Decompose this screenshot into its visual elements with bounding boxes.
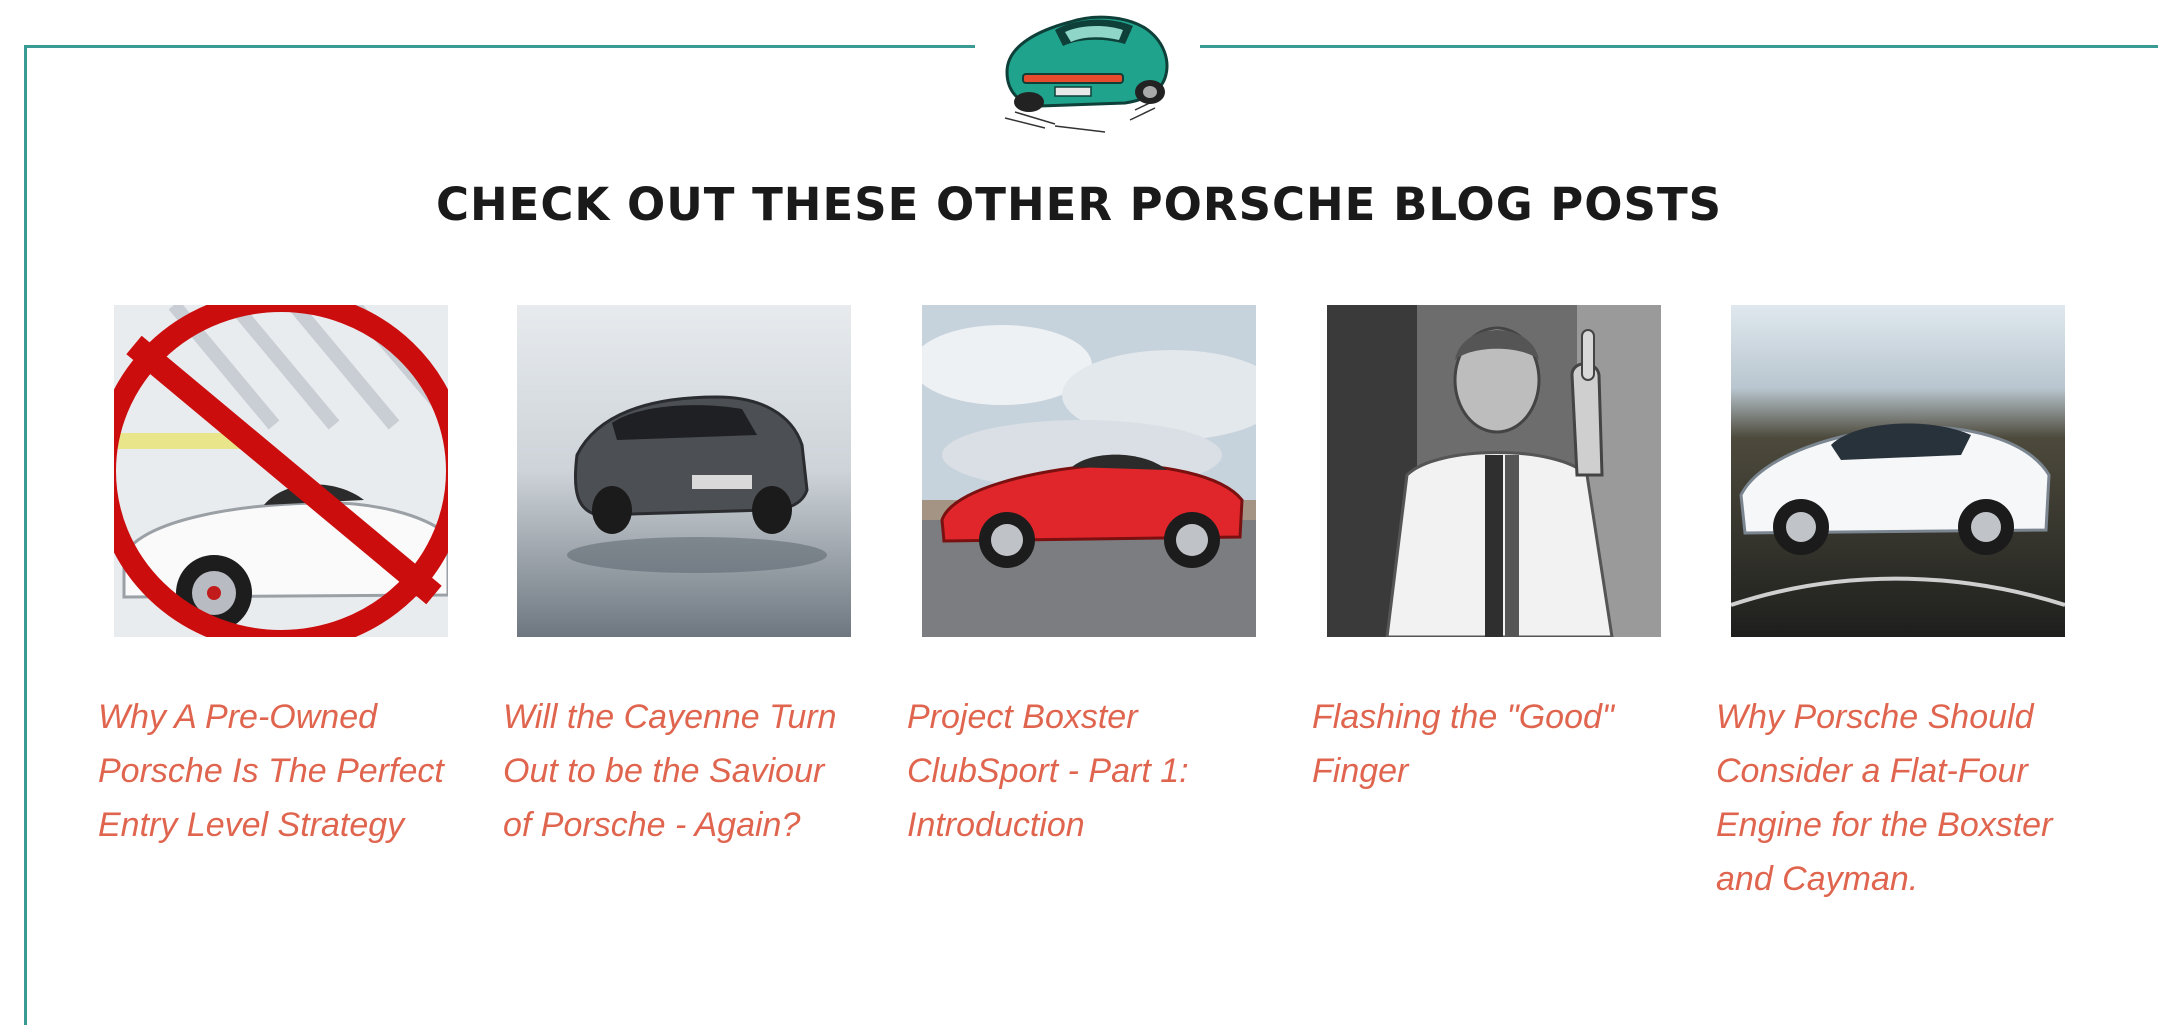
- post-thumbnail-5[interactable]: [1731, 305, 2065, 637]
- porsche-911-car-icon: [985, 0, 1185, 135]
- post-thumbnail-1[interactable]: [114, 305, 448, 637]
- section-heading: CHECK OUT THESE OTHER PORSCHE BLOG POSTS: [435, 178, 1723, 231]
- post-title-link-5[interactable]: Why Porsche Should Consider a Flat-Four …: [1716, 690, 2096, 906]
- post-title-link-3[interactable]: Project Boxster ClubSport - Part 1: Intr…: [907, 690, 1257, 852]
- post-thumbnail-4[interactable]: [1327, 305, 1661, 637]
- post-thumbnail-3[interactable]: [922, 305, 1256, 637]
- post-thumbnail-2[interactable]: [517, 305, 851, 637]
- post-title-link-4[interactable]: Flashing the "Good" Finger: [1312, 690, 1662, 798]
- post-title-link-1[interactable]: Why A Pre-Owned Porsche Is The Perfect E…: [98, 690, 448, 852]
- post-title-link-2[interactable]: Will the Cayenne Turn Out to be the Savi…: [503, 690, 853, 852]
